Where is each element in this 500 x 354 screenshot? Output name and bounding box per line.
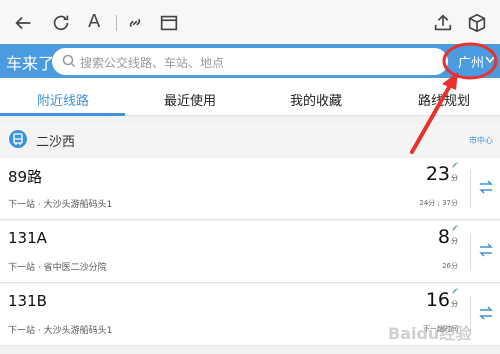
station-header[interactable]: 二沙西 市中心 <box>0 124 500 156</box>
swap-direction-icon[interactable] <box>478 242 494 258</box>
route-card[interactable]: 89路 下一站 · 大沙头游船码头1 23分 24分 ; 37分 <box>0 158 500 220</box>
divider <box>470 233 471 271</box>
next-stop: 下一站 · 大沙头游船码头1 <box>8 200 113 210</box>
chevron-down-icon[interactable] <box>485 56 495 64</box>
bus-station-icon <box>9 130 27 148</box>
direction-label[interactable]: 市中心 <box>469 135 493 146</box>
window-icon[interactable] <box>158 12 180 34</box>
swap-direction-icon[interactable] <box>478 179 494 195</box>
app-logo: 车来了 <box>6 54 55 73</box>
font-size-icon[interactable]: A <box>88 11 100 32</box>
tab-recent[interactable]: 最近使用 <box>164 90 216 109</box>
tab-favorites[interactable]: 我的收藏 <box>290 90 342 109</box>
route-name: 131A <box>8 229 47 247</box>
tab-nearby-routes[interactable]: 附近线路 <box>37 90 89 109</box>
back-arrow-icon[interactable] <box>12 12 34 34</box>
route-name: 131B <box>8 292 47 310</box>
station-name: 二沙西 <box>36 135 76 150</box>
eta: 16分 <box>425 289 458 311</box>
eta: 8分 <box>437 226 458 248</box>
search-icon <box>62 54 76 68</box>
active-tab-indicator <box>0 113 125 116</box>
cube-icon[interactable] <box>466 12 488 34</box>
route-name: 89路 <box>8 168 43 186</box>
eta-subsequent: 24分 ; 37分 <box>419 199 458 207</box>
route-card[interactable]: 131A 下一站 · 省中医二沙分院 8分 26分 <box>0 221 500 283</box>
share-icon[interactable] <box>432 12 454 34</box>
next-stop: 下一站 · 大沙头游船码头1 <box>8 326 113 336</box>
divider <box>470 170 471 208</box>
app-header: 车来了 搜索公交线路、车站、地点 广州 <box>0 44 500 78</box>
city-selector[interactable]: 广州 <box>458 52 484 71</box>
search-placeholder: 搜索公交线路、车站、地点 <box>80 56 225 70</box>
tab-bar: 附近线路 最近使用 我的收藏 路线规划 <box>0 78 500 116</box>
watermark: Baidu经验 <box>388 324 472 343</box>
search-input[interactable]: 搜索公交线路、车站、地点 <box>52 48 448 75</box>
tab-route-planning[interactable]: 路线规划 <box>418 90 470 109</box>
eta: 23分 <box>425 163 458 185</box>
link-icon[interactable] <box>124 12 146 34</box>
refresh-icon[interactable] <box>50 12 72 34</box>
swap-direction-icon[interactable] <box>478 305 494 321</box>
next-stop: 下一站 · 省中医二沙分院 <box>8 263 107 273</box>
eta-subsequent: 26分 <box>442 262 458 270</box>
browser-toolbar: A <box>0 0 500 44</box>
toolbar-separator <box>116 15 117 31</box>
